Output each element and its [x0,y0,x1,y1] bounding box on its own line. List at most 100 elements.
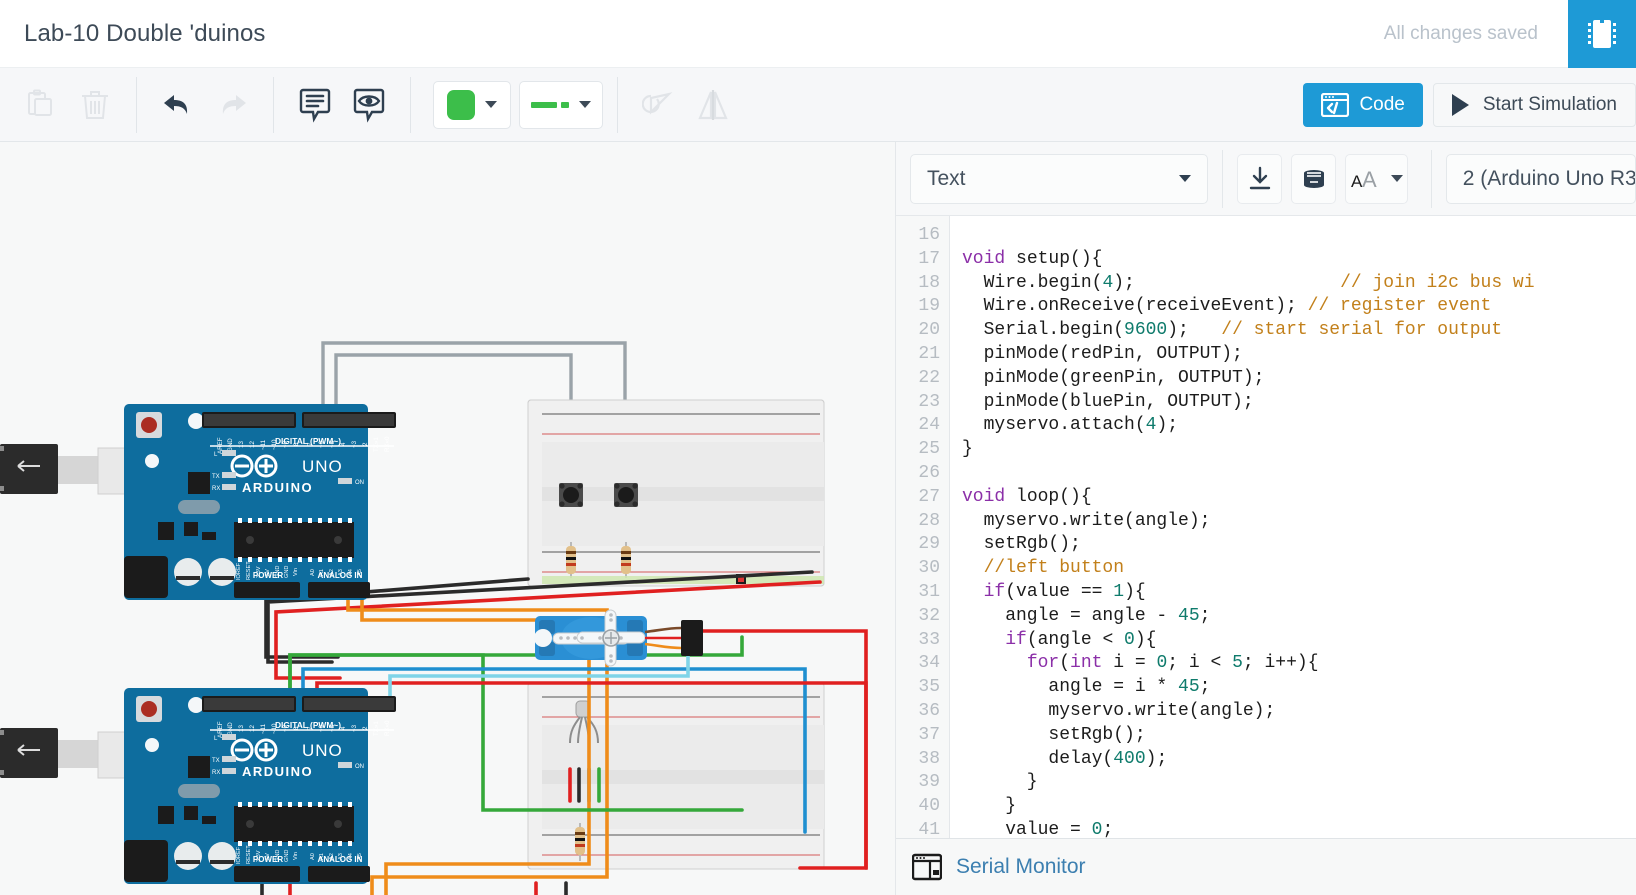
code-line[interactable]: myservo.attach(4); [962,414,1636,438]
code-line[interactable]: void loop(){ [962,486,1636,510]
code-line[interactable]: } [962,438,1636,462]
code-line[interactable]: myservo.write(angle); [962,510,1636,534]
svg-text:12: 12 [249,725,256,732]
code-line[interactable]: pinMode(redPin, OUTPUT); [962,343,1636,367]
toolbar-group-clipboard [0,68,136,141]
code-line[interactable]: angle = i * 45; [962,676,1636,700]
svg-text:DIGITAL (PWM~): DIGITAL (PWM~) [275,720,341,730]
svg-text:GND: GND [275,850,281,862]
flip-button[interactable] [686,78,740,132]
code-line[interactable]: //left button [962,557,1636,581]
delete-button[interactable] [68,78,122,132]
line-number: 40 [918,796,940,817]
title-bar-right: All changes saved [1383,0,1636,68]
hide-show-button[interactable] [342,78,396,132]
circuit-diagram: AREFGND 1312 ~11~10 ~98 7~6 ~54 ~32 TX»1… [0,341,868,895]
code-library-button[interactable] [1291,153,1337,204]
line-number: 20 [918,320,940,341]
svg-text:3.3V: 3.3V [256,850,262,862]
line-number: 22 [918,367,940,388]
code-line[interactable]: } [962,771,1636,795]
undo-button[interactable] [151,78,205,132]
code-line[interactable]: myservo.write(angle); [962,700,1636,724]
toolbar-group-annotate [274,68,410,141]
code-line[interactable]: pinMode(bluePin, OUTPUT); [962,391,1636,415]
svg-text:UNO: UNO [302,741,343,760]
start-simulation-button[interactable]: Start Simulation [1432,82,1636,127]
note-button[interactable] [288,78,342,132]
svg-text:TX»1: TX»1 [373,437,380,452]
start-simulation-label: Start Simulation [1482,93,1617,115]
code-line[interactable]: delay(400); [962,748,1636,772]
pushbutton-1 [559,483,583,507]
code-line[interactable]: setRgb(); [962,724,1636,748]
line-number: 16 [918,225,940,245]
toolbar-group-history [137,68,273,141]
redo-button[interactable] [205,78,259,132]
font-size-button[interactable]: A A [1345,153,1408,204]
save-status-label: All changes saved [1383,22,1538,44]
code-line[interactable]: setRgb(); [962,533,1636,557]
code-editor[interactable]: 16 17 18 19 20 21 22 23 24 25 26 27 28 29 30 31 32 33 34 35… [896,216,1636,838]
code-line[interactable]: Serial.begin(9600); // start serial for … [962,319,1636,343]
editor-toolbar: Code Start Simulation [0,68,1636,142]
resistor-1 [566,542,576,578]
breadboard-bottom [527,682,825,870]
line-number: 41 [918,819,940,838]
copy-button[interactable] [14,78,68,132]
code-line[interactable]: void setup(){ [962,248,1636,272]
svg-text:3.3V: 3.3V [256,566,262,578]
code-line[interactable]: if(value == 1){ [962,581,1636,605]
wire-color-picker[interactable] [433,80,511,129]
code-line[interactable]: angle = angle - 45; [962,605,1636,629]
svg-text:UNO: UNO [302,457,343,476]
circuit-canvas[interactable]: AREFGND 1312 ~11~10 ~98 7~6 ~54 ~32 TX»1… [0,142,896,895]
code-line[interactable]: value = 0; [962,819,1636,838]
line-number: 17 [918,248,940,269]
resistor-2 [621,542,631,578]
svg-text:A5: A5 [357,569,363,576]
wire-color-swatch [447,89,475,120]
chevron-down-icon [579,101,591,108]
servo-motor [534,609,703,667]
line-number: 34 [918,653,940,674]
svg-text:A5: A5 [357,853,363,860]
svg-text:Vin: Vin [293,852,299,860]
svg-text:A3: A3 [338,569,344,576]
rotate-icon [642,88,676,122]
svg-text:A1: A1 [319,569,325,576]
code-line[interactable]: for(int i = 0; i < 5; i++){ [962,652,1636,676]
code-line[interactable] [962,224,1636,248]
svg-text:5V: 5V [265,569,271,576]
svg-text:GND: GND [227,438,234,452]
download-icon [1248,166,1272,192]
svg-text:RESET: RESET [246,845,252,864]
code-line[interactable]: Wire.onReceive(receiveEvent); // registe… [962,295,1636,319]
download-code-button[interactable] [1237,153,1283,204]
svg-text:5V: 5V [265,853,271,860]
code-button[interactable]: Code [1303,82,1423,127]
code-view-mode-select[interactable]: Text [910,153,1209,204]
code-line[interactable]: } [962,795,1636,819]
code-line[interactable] [962,462,1636,486]
serial-monitor-bar[interactable]: Serial Monitor [896,838,1636,895]
undo-icon [161,91,195,119]
code-text-area[interactable]: void setup(){ Wire.begin(4); // join i2c… [950,216,1636,838]
board-selector[interactable]: 2 (Arduino Uno R3) [1445,153,1636,204]
code-line[interactable]: Wire.begin(4); // join i2c bus wi [962,272,1636,296]
code-header-divider-2 [1430,149,1432,208]
line-number: 30 [918,558,940,579]
document-title[interactable]: Lab-10 Double 'duinos [24,20,266,48]
trash-icon [79,88,111,122]
svg-text:A1: A1 [319,853,325,860]
code-line[interactable]: pinMode(greenPin, OUTPUT); [962,367,1636,391]
rotate-button[interactable] [632,78,686,132]
arduino-board-bottom: AREFGND 1312 ~11~10 ~98 7~6 ~54 ~32 TX»1… [0,688,396,884]
wire-style-picker[interactable] [519,80,603,129]
note-icon [297,86,333,124]
line-number: 37 [918,724,940,745]
svg-text:ARDUINO: ARDUINO [242,480,313,495]
components-panel-button[interactable] [1568,0,1636,68]
line-number: 36 [918,700,940,721]
code-line[interactable]: if(angle < 0){ [962,629,1636,653]
